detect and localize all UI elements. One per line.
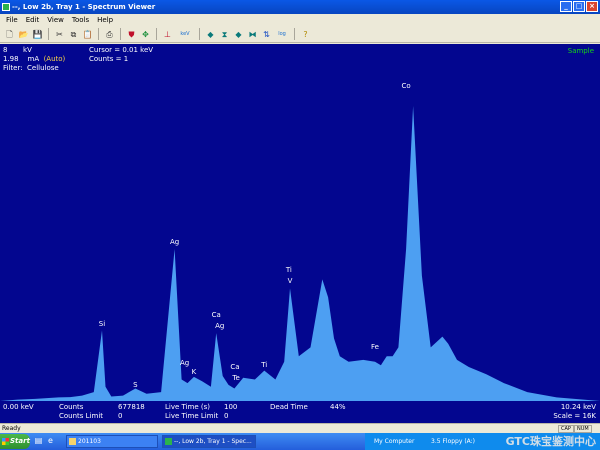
menu-file[interactable]: File: [6, 14, 18, 26]
title-bar[interactable]: --, Low 2b, Tray 1 - Spectrum Viewer _ □…: [0, 0, 600, 14]
scale-label: Scale = 16K: [553, 412, 596, 420]
paste-icon[interactable]: 📋: [82, 29, 93, 40]
kev-button[interactable]: keV: [176, 29, 194, 40]
peak-label: Ti: [285, 266, 292, 275]
shrink-horizontal-icon[interactable]: ⧓: [247, 29, 258, 40]
shield-icon[interactable]: ⛊: [126, 29, 137, 40]
dead-time-value: 44%: [330, 403, 346, 411]
menu-bar: File Edit View Tools Help: [0, 14, 600, 26]
taskbar-item-folder[interactable]: 201103: [66, 435, 158, 448]
toolbar-separator: [199, 28, 200, 40]
app-icon: [2, 3, 10, 11]
toolbar-separator: [120, 28, 121, 40]
spectrum-plot[interactable]: 8 kV 1.98 mA (Auto) Filter: Cellulose Cu…: [0, 44, 600, 423]
counts-value: 677818: [118, 403, 145, 411]
tray-floppy[interactable]: 3.5 Floppy (A:): [431, 433, 475, 450]
num-indicator: NUM: [574, 425, 592, 433]
start-label: Start: [10, 437, 30, 445]
peak-label: Ti: [261, 361, 268, 370]
toolbar-separator: [48, 28, 49, 40]
spectrum-viewer-window: --, Low 2b, Tray 1 - Spectrum Viewer _ □…: [0, 0, 600, 450]
system-tray: My Computer 3.5 Floppy (A:) GTC珠宝鉴测中心: [365, 433, 600, 450]
expand-horizontal-icon[interactable]: ◆: [233, 29, 244, 40]
counts-limit-value: 0: [118, 412, 123, 420]
desktop-quicklaunch-icon[interactable]: ▤: [34, 436, 43, 446]
ie-quicklaunch-icon[interactable]: e: [46, 436, 55, 446]
peak-marker-icon[interactable]: ⊥: [162, 29, 173, 40]
status-bar: Ready CAP NUM: [0, 423, 600, 433]
windows-flag-icon: [2, 438, 9, 445]
toolbar-separator: [156, 28, 157, 40]
menu-edit[interactable]: Edit: [26, 14, 40, 26]
log-scale-button[interactable]: log: [275, 29, 289, 40]
peak-label: Ag: [215, 321, 225, 330]
minimize-button[interactable]: _: [560, 1, 572, 12]
counts-limit-label: Counts Limit: [59, 412, 104, 420]
peak-label: Ag: [179, 359, 190, 368]
peak-label: Te: [232, 373, 240, 382]
toolbar-separator: [98, 28, 99, 40]
live-time-limit-label: Live Time Limit: [165, 412, 219, 420]
peak-label: Ca: [211, 311, 221, 320]
peak-label: K: [191, 368, 197, 377]
help-icon[interactable]: ?: [300, 29, 311, 40]
peak-label: S: [133, 380, 138, 389]
status-text: Ready: [2, 425, 21, 432]
live-time-value: 100: [224, 403, 238, 411]
auto-scale-icon[interactable]: ⇅: [261, 29, 272, 40]
dead-time-label: Dead Time: [270, 403, 308, 411]
menu-view[interactable]: View: [47, 14, 64, 26]
save-icon[interactable]: 💾: [32, 29, 43, 40]
counts-label: Counts: [59, 403, 84, 411]
toolbar-separator: [294, 28, 295, 40]
new-file-icon[interactable]: 🗋: [4, 29, 15, 40]
peak-label: V: [287, 277, 293, 286]
taskbar: Start ▤ e 201103 --, Low 2b, Tray 1 - Sp…: [0, 433, 600, 450]
menu-tools[interactable]: Tools: [72, 14, 89, 26]
close-button[interactable]: ×: [586, 1, 598, 12]
tray-my-computer[interactable]: My Computer: [374, 433, 414, 450]
peak-label: Fe: [371, 343, 379, 352]
caps-indicator: CAP: [558, 425, 574, 433]
live-time-limit-value: 0: [224, 412, 229, 420]
live-time-label: Live Time (s): [165, 403, 210, 411]
toolbar: 🗋 📂 💾 ✂ ⧉ 📋 ⎙ ⛊ ✥ ⊥ keV ◆ ⧗ ◆ ⧓ ⇅ log ?: [0, 26, 600, 43]
peak-label: Ca: [230, 363, 240, 372]
taskbar-item-spectrum-label: --, Low 2b, Tray 1 - Spec...: [174, 438, 252, 445]
window-controls: _ □ ×: [560, 1, 598, 12]
watermark-text: GTC珠宝鉴测中心: [505, 435, 596, 448]
move-icon[interactable]: ✥: [140, 29, 151, 40]
peak-label: Co: [401, 82, 411, 91]
folder-icon: [69, 438, 76, 445]
spectrum-app-icon: [165, 438, 172, 445]
open-folder-icon[interactable]: 📂: [18, 29, 29, 40]
maximize-button[interactable]: □: [573, 1, 585, 12]
expand-vertical-icon[interactable]: ◆: [205, 29, 216, 40]
copy-icon[interactable]: ⧉: [68, 29, 79, 40]
print-icon[interactable]: ⎙: [104, 29, 115, 40]
start-kev-label: 0.00 keV: [3, 403, 34, 411]
shrink-vertical-icon[interactable]: ⧗: [219, 29, 230, 40]
peak-label: Si: [98, 320, 106, 329]
menu-help[interactable]: Help: [97, 14, 113, 26]
window-title: --, Low 2b, Tray 1 - Spectrum Viewer: [12, 3, 156, 11]
peak-label-layer: Si S Ag Ag K Ca Ag Ca Te Ti Ti V Fe Co: [0, 44, 600, 423]
peak-label: Ag: [169, 237, 180, 246]
taskbar-item-folder-label: 201103: [78, 438, 101, 445]
taskbar-item-spectrum-viewer[interactable]: --, Low 2b, Tray 1 - Spec...: [162, 435, 256, 448]
cut-icon[interactable]: ✂: [54, 29, 65, 40]
start-button[interactable]: Start: [0, 434, 30, 449]
end-kev-label: 10.24 keV: [560, 403, 596, 411]
